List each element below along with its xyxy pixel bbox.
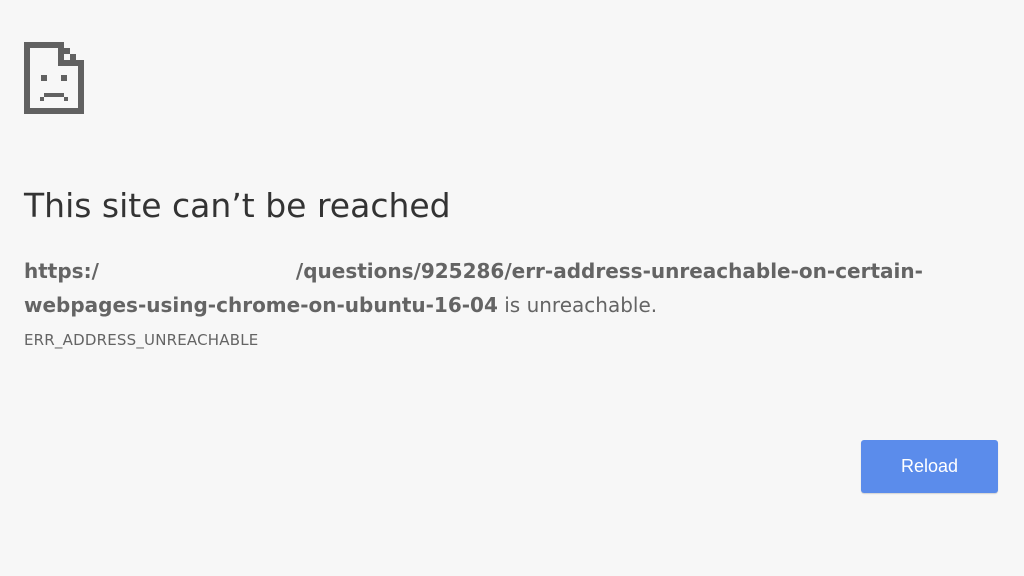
url-prefix: https:/ bbox=[24, 259, 99, 283]
redacted-region bbox=[98, 261, 296, 281]
error-page: This site can’t be reached https://quest… bbox=[0, 0, 1024, 576]
error-message: https://questions/925286/err-address-unr… bbox=[24, 254, 984, 322]
error-code: ERR_ADDRESS_UNREACHABLE bbox=[24, 331, 259, 349]
sad-page-icon bbox=[24, 42, 84, 114]
message-tail: is unreachable. bbox=[497, 293, 658, 317]
unreachable-url: https://questions/925286/err-address-unr… bbox=[24, 259, 923, 317]
page-title: This site can’t be reached bbox=[24, 186, 451, 225]
reload-button[interactable]: Reload bbox=[861, 440, 998, 493]
